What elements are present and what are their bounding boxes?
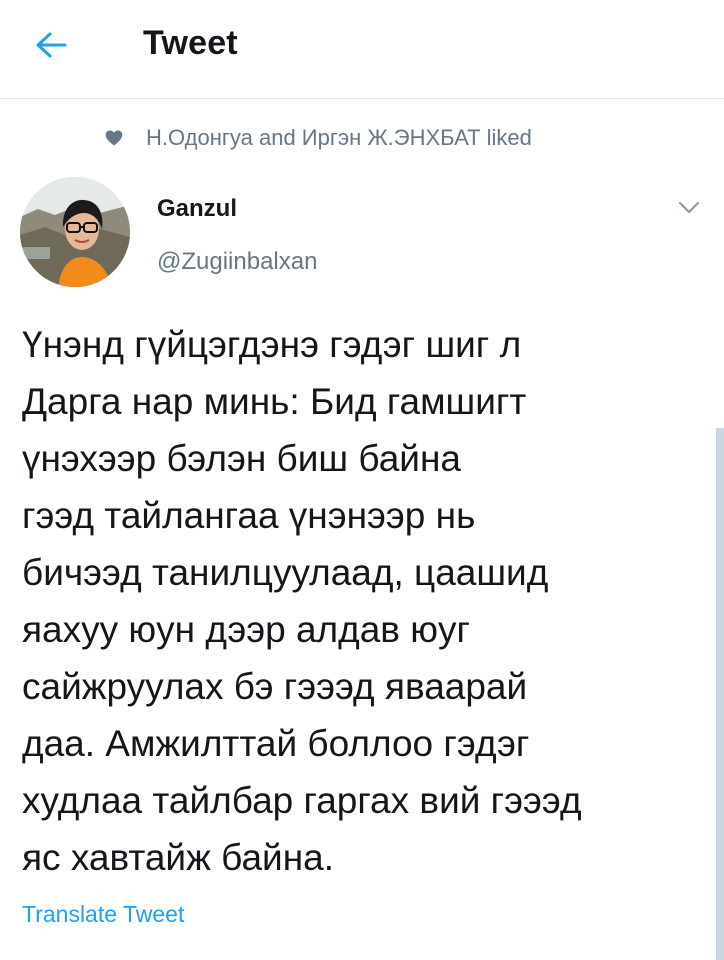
social-context: Н.Одонгуа and Иргэн Ж.ЭНХБАТ liked [104,123,532,153]
translate-tweet-link[interactable]: Translate Tweet [22,901,184,928]
back-button[interactable] [26,22,76,68]
page-title: Tweet [143,24,238,62]
tweet-options-button[interactable] [672,195,706,221]
chevron-down-icon [679,202,699,213]
social-context-text: Н.Одонгуа and Иргэн Ж.ЭНХБАТ liked [146,125,532,150]
avatar-image [20,177,130,287]
scrollbar-thumb[interactable] [716,428,724,960]
arrow-left-icon [36,32,67,58]
heart-icon [105,130,123,146]
author-name[interactable]: Ganzul [157,195,237,223]
tweet-text: Үнэнд гүйцэгдэнэ гэдэг шиг л Дарга нар м… [22,324,582,878]
avatar[interactable] [20,177,130,287]
app-header: Tweet [0,0,724,99]
author-handle[interactable]: @Zugiinbalxan [157,248,317,276]
